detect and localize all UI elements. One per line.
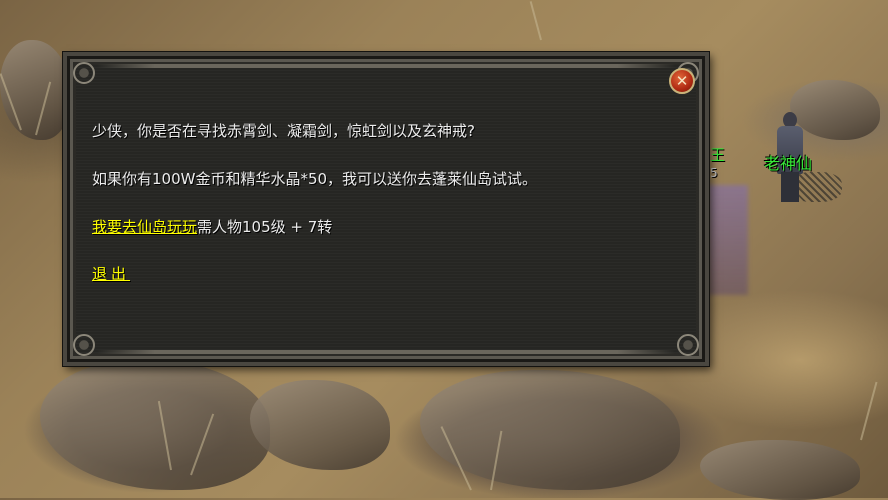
rock — [700, 440, 860, 500]
rock — [420, 370, 680, 490]
dialog-exit-row: 退出 — [92, 263, 130, 284]
grass-blade — [529, 1, 542, 41]
rock — [40, 360, 270, 490]
corner-ornament-icon — [73, 62, 95, 84]
dialog-border-top — [97, 64, 675, 68]
grass-blade — [860, 381, 878, 441]
player-character[interactable] — [708, 185, 748, 295]
dialog-border-bottom — [97, 350, 675, 354]
npc-legs — [781, 172, 799, 202]
corner-ornament-icon — [73, 334, 95, 356]
rock — [250, 380, 390, 470]
npc-dialog-panel: ✕ 少侠，你是否在寻找赤霄剑、凝霜剑，惊虹剑以及玄神戒? 如果你有100W金币和… — [63, 52, 709, 366]
partial-character-number: 5 — [710, 166, 718, 180]
dialog-text-line: 少侠，你是否在寻找赤霄剑、凝霜剑，惊虹剑以及玄神戒? — [92, 122, 475, 140]
requirement-text: 需人物105级 + 7转 — [197, 218, 333, 236]
close-icon: ✕ — [675, 71, 689, 90]
dialog-option-row: 我要去仙岛玩玩需人物105级 + 7转 — [92, 216, 332, 237]
rock — [0, 40, 70, 140]
go-to-fairy-island-link[interactable]: 我要去仙岛玩玩 — [92, 218, 197, 236]
partial-character-name: 王 — [710, 146, 726, 164]
npc-name-label: 老神仙 — [764, 154, 813, 173]
corner-ornament-icon — [677, 334, 699, 356]
close-button[interactable]: ✕ — [669, 68, 695, 94]
exit-link[interactable]: 退出 — [92, 265, 130, 283]
dialog-text-line: 如果你有100W金币和精华水晶*50，我可以送你去蓬莱仙岛试试。 — [92, 170, 538, 188]
